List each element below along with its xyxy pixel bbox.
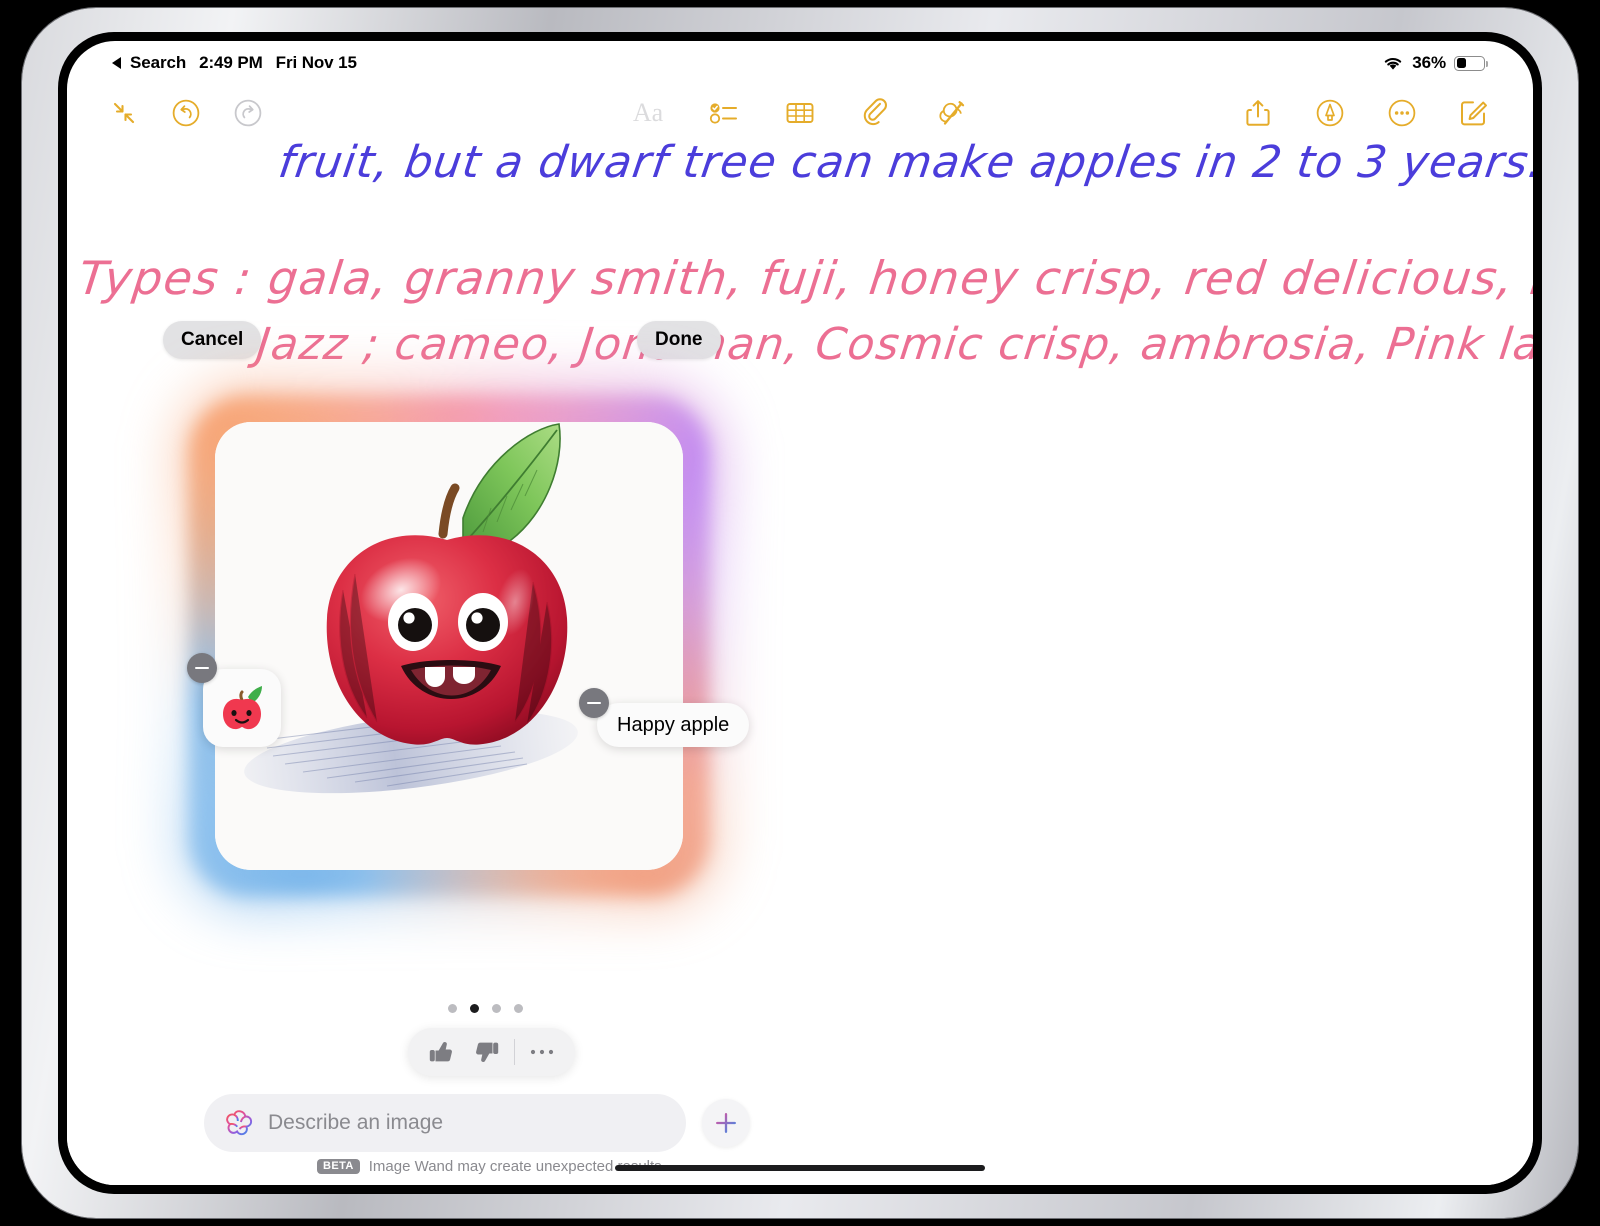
apple-sketch-icon: [218, 684, 266, 732]
table-icon[interactable]: [783, 96, 817, 130]
status-bar-right: 36%: [1382, 53, 1485, 73]
toolbar-left-group: [107, 85, 265, 141]
image-playground-icon: [224, 1108, 254, 1138]
prompt-row: Describe an image: [204, 1094, 750, 1152]
text-format-button[interactable]: Aa: [631, 96, 665, 130]
handwriting-line-pink-1: Types : gala, granny smith, fuji, honey …: [76, 251, 1533, 305]
describe-image-placeholder: Describe an image: [268, 1111, 443, 1135]
page-dot-2[interactable]: [470, 1004, 479, 1013]
thumbs-down-icon[interactable]: [464, 1032, 510, 1072]
toolbar-right-group: [1241, 85, 1491, 141]
battery-icon: [1454, 56, 1485, 71]
toolbar-center-group: Aa: [631, 85, 969, 141]
back-to-app-label[interactable]: Search: [130, 53, 186, 73]
remove-concept-happy-apple-button[interactable]: [579, 688, 609, 718]
battery-fill: [1457, 58, 1466, 68]
note-canvas[interactable]: fruit, but a dwarf tree can make apples …: [67, 141, 1533, 1185]
collapse-arrows-icon[interactable]: [107, 96, 141, 130]
remove-concept-thumbnail-button[interactable]: [187, 653, 217, 683]
compose-icon[interactable]: [1457, 96, 1491, 130]
describe-image-input[interactable]: Describe an image: [204, 1094, 686, 1152]
handwriting-line-pink-2: Jazz ; cameo, Jonathan, Cosmic crisp, am…: [254, 319, 1533, 370]
notes-toolbar: Aa: [67, 85, 1533, 141]
beta-disclaimer: BETA Image Wand may create unexpected re…: [317, 1158, 666, 1175]
image-wand-icon[interactable]: [935, 96, 969, 130]
add-image-button[interactable]: [702, 1099, 750, 1147]
ipad-device-frame: Search 2:49 PM Fri Nov 15 36%: [22, 8, 1578, 1218]
image-wand-panel: Happy apple: [159, 376, 759, 1076]
thumbs-up-icon[interactable]: [418, 1032, 464, 1072]
markup-pen-icon[interactable]: [1313, 96, 1347, 130]
feedback-bar: [408, 1028, 575, 1076]
generated-image-card[interactable]: [189, 396, 709, 896]
feedback-divider: [514, 1039, 515, 1065]
status-bar: Search 2:49 PM Fri Nov 15 36%: [67, 41, 1533, 85]
generated-image[interactable]: [215, 422, 683, 870]
checklist-icon[interactable]: [707, 96, 741, 130]
handwriting-line-purple: fruit, but a dwarf tree can make apples …: [275, 137, 1533, 188]
status-time: 2:49 PM: [199, 53, 263, 73]
feedback-more-ellipsis-icon[interactable]: [519, 1032, 565, 1072]
concept-chip-thumbnail[interactable]: [203, 669, 281, 747]
ipad-screen: Search 2:49 PM Fri Nov 15 36%: [67, 41, 1533, 1185]
page-dots: [448, 1004, 523, 1013]
page-dot-4[interactable]: [514, 1004, 523, 1013]
beta-badge: BETA: [317, 1159, 360, 1175]
battery-percent-label: 36%: [1412, 53, 1446, 73]
wifi-icon: [1382, 55, 1404, 71]
apple-illustration: [215, 422, 683, 870]
share-icon[interactable]: [1241, 96, 1275, 130]
plus-icon: [713, 1110, 739, 1136]
back-caret-icon[interactable]: [112, 57, 121, 69]
done-button[interactable]: Done: [637, 321, 721, 359]
paperclip-icon[interactable]: [859, 96, 893, 130]
more-ellipsis-icon[interactable]: [1385, 96, 1419, 130]
concept-chip-label: Happy apple: [617, 714, 729, 737]
undo-icon[interactable]: [169, 96, 203, 130]
redo-icon: [231, 96, 265, 130]
home-indicator[interactable]: [615, 1165, 985, 1171]
page-dot-1[interactable]: [448, 1004, 457, 1013]
status-date: Fri Nov 15: [276, 53, 357, 73]
concept-chip-happy-apple[interactable]: Happy apple: [597, 703, 749, 747]
status-bar-left: Search 2:49 PM Fri Nov 15: [112, 53, 357, 73]
page-dot-3[interactable]: [492, 1004, 501, 1013]
cancel-button[interactable]: Cancel: [163, 321, 261, 359]
